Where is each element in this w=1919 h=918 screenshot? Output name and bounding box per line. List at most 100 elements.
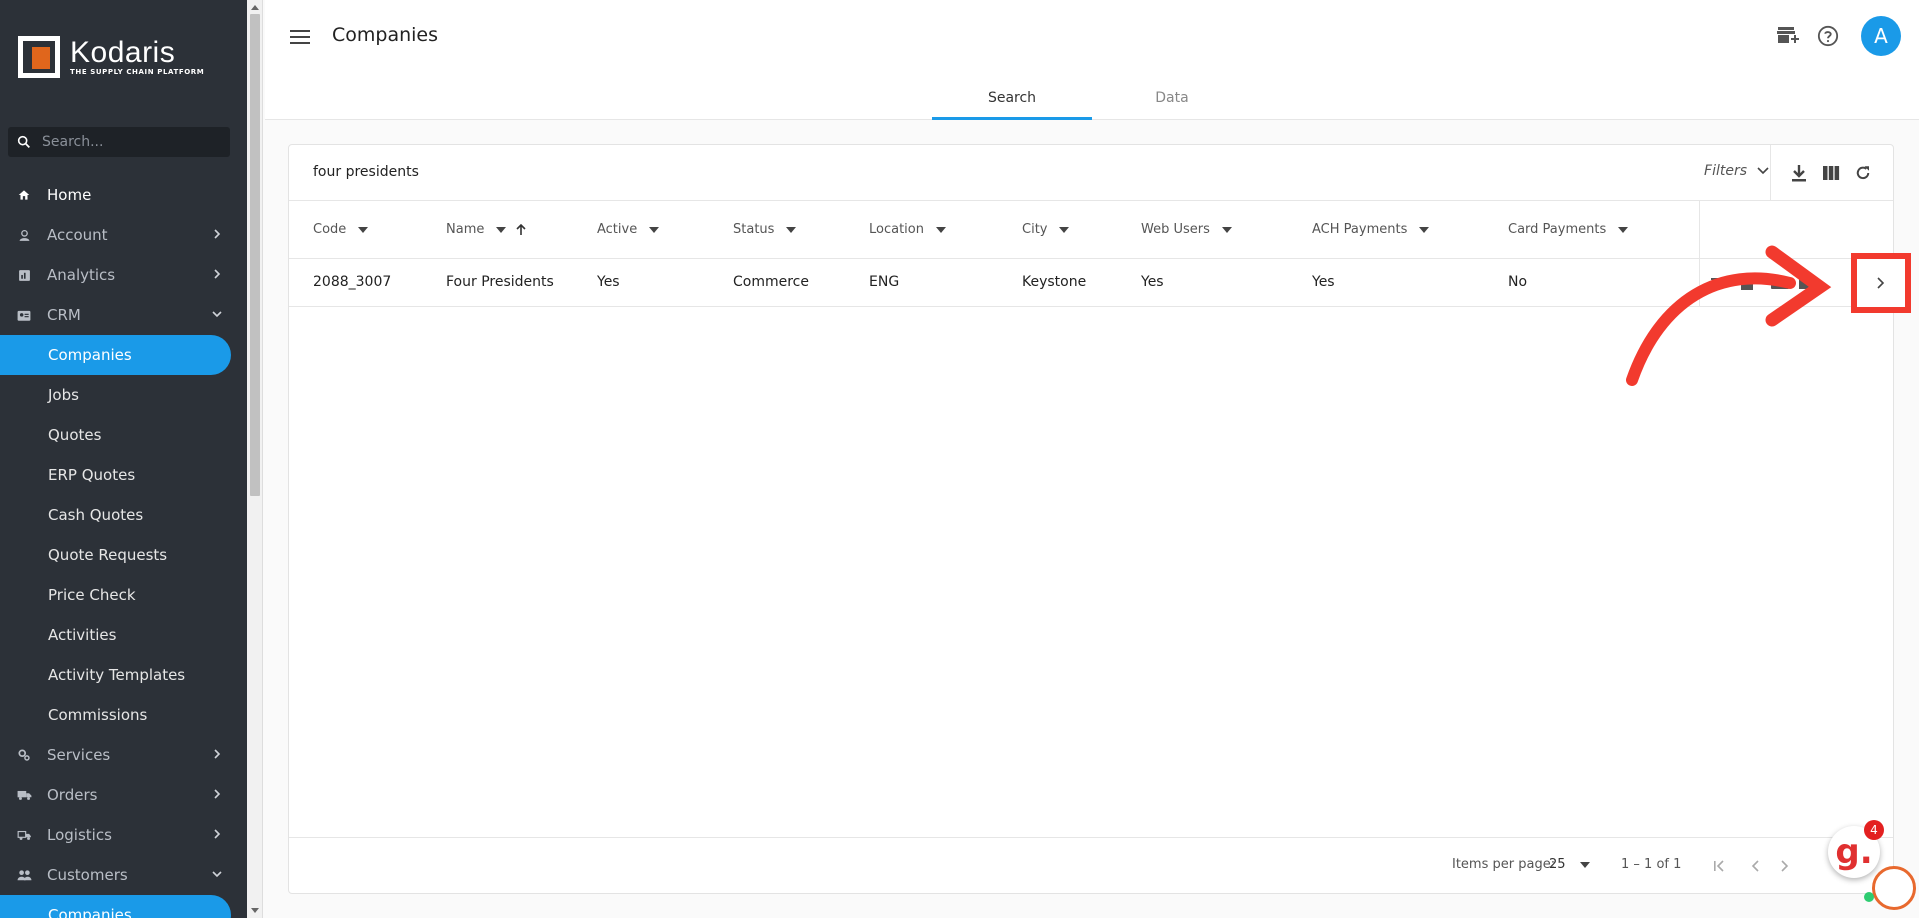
sidebar-item-label: Orders <box>47 786 98 804</box>
column-header-web-users[interactable]: Web Users <box>1141 222 1232 237</box>
sidebar-item-logistics[interactable]: Logistics <box>0 815 231 855</box>
cell-card-payments: No <box>1508 274 1528 290</box>
tab-data[interactable]: Data <box>1092 76 1252 120</box>
search-query[interactable]: four presidents <box>313 164 419 180</box>
first-page-icon[interactable] <box>1707 854 1731 878</box>
column-header-city[interactable]: City <box>1022 222 1070 237</box>
support-chat-icon[interactable] <box>1872 866 1916 910</box>
filters-button[interactable]: Filters <box>1704 163 1769 179</box>
sidebar-item-customers-companies[interactable]: Companies <box>0 895 231 918</box>
sidebar-item-companies[interactable]: Companies <box>0 335 231 375</box>
sidebar-item-quote-requests[interactable]: Quote Requests <box>0 535 231 575</box>
person-icon <box>16 227 32 243</box>
column-header-name[interactable]: Name <box>446 222 526 237</box>
sidebar-search[interactable] <box>8 127 230 157</box>
column-header-location[interactable]: Location <box>869 222 946 237</box>
caret-down-icon <box>496 226 507 233</box>
scrollbar-thumb[interactable] <box>250 14 260 496</box>
sidebar-item-commissions[interactable]: Commissions <box>0 695 231 735</box>
column-header-code[interactable]: Code <box>313 222 369 237</box>
sidebar-item-label: Commissions <box>48 706 148 724</box>
logo-mark <box>18 36 60 78</box>
sidebar-item-label: Companies <box>48 346 132 364</box>
sidebar-item-label: Account <box>47 226 108 244</box>
sort-ascending-icon <box>516 223 526 235</box>
sidebar-item-price-check[interactable]: Price Check <box>0 575 231 615</box>
chevron-right-icon <box>214 749 221 759</box>
open-record-button[interactable] <box>1851 253 1911 313</box>
sidebar-item-jobs[interactable]: Jobs <box>0 375 231 415</box>
sidebar-item-account[interactable]: Account <box>0 215 231 255</box>
items-per-page-select[interactable]: 25 <box>1549 857 1590 872</box>
caret-down-icon <box>1579 861 1590 868</box>
sidebar-item-label: Quote Requests <box>48 546 168 564</box>
sidebar-item-label: Logistics <box>47 826 112 844</box>
user-avatar[interactable]: A <box>1861 16 1901 56</box>
sidebar-item-label: CRM <box>47 306 81 324</box>
main-content: Companies A Search Data four presidents … <box>265 0 1919 918</box>
chevron-right-icon <box>214 829 221 839</box>
chevron-right-icon <box>1877 277 1885 289</box>
cell-status: Commerce <box>733 274 809 290</box>
card-icon[interactable] <box>1770 273 1790 293</box>
paginator: Items per page: 25 1 – 1 of 1 <box>289 837 1893 893</box>
analytics-icon <box>16 267 32 283</box>
sidebar-item-customers[interactable]: Customers <box>0 855 231 895</box>
download-icon[interactable] <box>1789 163 1809 183</box>
sidebar-item-quotes[interactable]: Quotes <box>0 415 231 455</box>
sidebar-item-label: Companies <box>48 906 132 918</box>
chat-widget-button[interactable]: g. 4 <box>1828 820 1884 878</box>
page-title: Companies <box>332 24 439 46</box>
sidebar-item-home[interactable]: Home <box>0 175 231 215</box>
column-header-ach-payments[interactable]: ACH Payments <box>1312 222 1430 237</box>
column-header-card-payments[interactable]: Card Payments <box>1508 222 1629 237</box>
sidebar-nav: Home Account Analytics CRM Companies Job… <box>0 175 231 918</box>
caret-down-icon <box>1059 226 1070 233</box>
sidebar-item-services[interactable]: Services <box>0 735 231 775</box>
kodaris-logo[interactable]: Kodaris THE SUPPLY CHAIN PLATFORM <box>18 36 204 78</box>
columns-icon[interactable] <box>1821 163 1841 183</box>
shipping-icon <box>16 827 32 843</box>
list-icon[interactable] <box>1796 273 1816 293</box>
edit-icon[interactable] <box>1740 273 1760 293</box>
items-per-page-label: Items per page: <box>1452 857 1556 872</box>
top-bar: Companies A Search Data <box>265 0 1919 120</box>
search-row: four presidents Filters <box>289 145 1893 201</box>
gears-icon <box>16 747 32 763</box>
sidebar-item-cash-quotes[interactable]: Cash Quotes <box>0 495 231 535</box>
column-header-status[interactable]: Status <box>733 222 797 237</box>
caret-down-icon <box>358 226 369 233</box>
tab-search[interactable]: Search <box>932 76 1092 120</box>
help-icon[interactable] <box>1815 23 1841 49</box>
scroll-up-icon[interactable] <box>251 5 259 10</box>
sidebar-scrollbar[interactable] <box>247 0 263 918</box>
actions-header <box>1699 201 1895 259</box>
column-header-active[interactable]: Active <box>597 222 660 237</box>
caret-down-icon <box>649 226 660 233</box>
sidebar-item-orders[interactable]: Orders <box>0 775 231 815</box>
refresh-icon[interactable] <box>1853 163 1873 183</box>
sidebar-item-crm[interactable]: CRM <box>0 295 231 335</box>
add-note-icon[interactable] <box>1710 273 1730 293</box>
cell-ach-payments: Yes <box>1312 274 1335 290</box>
add-store-icon[interactable] <box>1775 23 1801 49</box>
page-range: 1 – 1 of 1 <box>1621 857 1682 872</box>
menu-icon[interactable] <box>289 28 311 46</box>
previous-page-icon[interactable] <box>1743 854 1767 878</box>
sidebar-item-erp-quotes[interactable]: ERP Quotes <box>0 455 231 495</box>
filters-label: Filters <box>1704 163 1747 179</box>
logo-name: Kodaris <box>70 36 176 69</box>
sidebar-search-input[interactable] <box>42 134 222 150</box>
sidebar-item-analytics[interactable]: Analytics <box>0 255 231 295</box>
chevron-down-icon <box>212 311 222 318</box>
chat-notification-badge: 4 <box>1864 820 1884 840</box>
cell-city: Keystone <box>1022 274 1087 290</box>
crm-icon <box>16 307 32 323</box>
scroll-down-icon[interactable] <box>251 908 259 913</box>
next-page-icon[interactable] <box>1773 854 1797 878</box>
chevron-right-icon <box>214 229 221 239</box>
sidebar-item-activities[interactable]: Activities <box>0 615 231 655</box>
table-row[interactable]: 2088_3007 Four Presidents Yes Commerce E… <box>289 259 1893 307</box>
caret-down-icon <box>935 226 946 233</box>
sidebar-item-activity-templates[interactable]: Activity Templates <box>0 655 231 695</box>
